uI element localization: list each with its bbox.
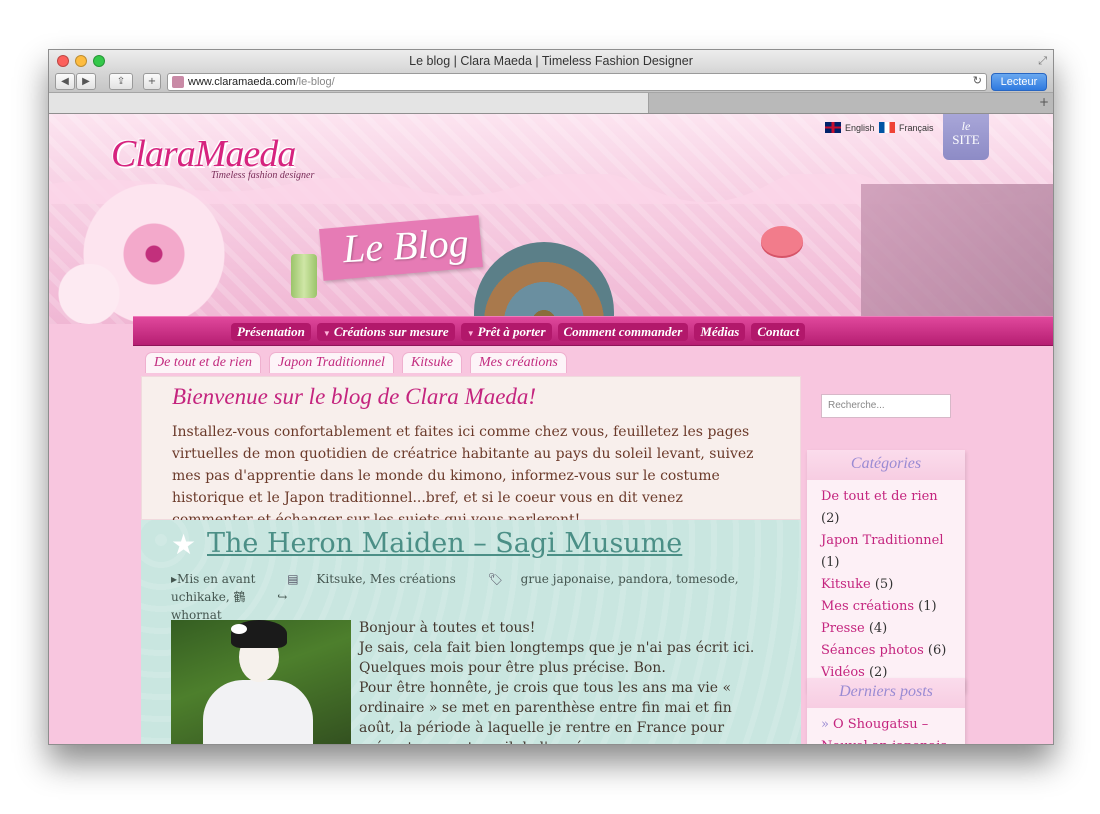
url-path: /le-blog/ (295, 76, 335, 88)
welcome-box: Bienvenue sur le blog de Clara Maeda! In… (141, 376, 801, 528)
nav-pret-a-porter[interactable]: ▼ Prêt à porter (460, 323, 552, 341)
reader-button[interactable]: Lecteur (991, 73, 1047, 91)
nav-comment-commander[interactable]: Comment commander (557, 323, 689, 341)
featured-post: ★ The Heron Maiden – Sagi Musume ▸Mis en… (141, 520, 801, 744)
title-bar: Le blog | Clara Maeda | Timeless Fashion… (49, 50, 1053, 72)
main-navigation: Présentation ▼ Créations sur mesure ▼ Prêt… (133, 316, 1053, 346)
tab-bar: + (49, 93, 1053, 114)
address-bar[interactable]: www.claramaeda.com/le-blog/ ↻ (167, 73, 987, 91)
tab-de-tout-et-de-rien[interactable]: De tout et de rien (145, 352, 261, 373)
share-arrow-icon[interactable]: ↪ (277, 590, 287, 604)
france-flag-icon (879, 122, 895, 133)
favicon-icon (172, 76, 184, 88)
nav-presentation[interactable]: Présentation (231, 323, 311, 341)
web-page: ClaraMaeda Timeless fashion designer Eng… (49, 114, 1053, 744)
post-title-link[interactable]: The Heron Maiden – Sagi Musume (207, 528, 682, 559)
nav-medias[interactable]: Médias (694, 323, 746, 341)
url-host: www.claramaeda.com (188, 76, 296, 88)
recent-posts-widget: Derniers posts »O Shougatsu – Nouvel an … (807, 678, 965, 744)
browser-toolbar: ◀ ▶ ⇪ + www.claramaeda.com/le-blog/ ↻ Le… (49, 72, 1053, 93)
browser-window: Le blog | Clara Maeda | Timeless Fashion… (48, 49, 1054, 745)
category-link[interactable]: Japon Traditionnel (1) (821, 530, 951, 574)
le-site-badge[interactable]: le SITE (943, 114, 989, 160)
categories-widget: Catégories De tout et de rien (2) Japon … (807, 450, 965, 692)
recent-posts-title: Derniers posts (807, 678, 965, 708)
fullscreen-icon[interactable]: ⤢ (1038, 54, 1047, 68)
add-tab-icon[interactable]: + (1039, 95, 1049, 109)
category-link[interactable]: Mes créations (1) (821, 596, 951, 618)
category-link[interactable]: De tout et de rien (2) (821, 486, 951, 530)
welcome-title: Bienvenue sur le blog de Clara Maeda! (172, 384, 537, 409)
vintage-photo-image (861, 184, 1053, 324)
thread-spool-image (291, 254, 317, 298)
new-tab-button[interactable]: + (143, 73, 161, 90)
post-categories[interactable]: ▤ Kitsuke, Mes créations (287, 572, 470, 586)
welcome-text: Installez-vous confortablement et faites… (172, 424, 754, 528)
tab-mes-creations[interactable]: Mes créations (469, 352, 567, 373)
active-tab[interactable] (49, 93, 649, 113)
uk-flag-icon (825, 122, 841, 133)
reload-icon[interactable]: ↻ (973, 74, 982, 87)
tab-japon-traditionnel[interactable]: Japon Traditionnel (268, 352, 394, 373)
nav-contact[interactable]: Contact (751, 323, 806, 341)
macaron-image (761, 226, 803, 256)
tag-icon: 🏷 (487, 572, 507, 586)
recent-post-link[interactable]: »O Shougatsu – Nouvel an japonais 2 (821, 714, 951, 744)
post-meta: ▸Mis en avant ▤ Kitsuke, Mes créations 🏷… (171, 570, 771, 624)
lang-french-link[interactable]: Français (879, 122, 934, 133)
categories-list: De tout et de rien (2) Japon Traditionne… (807, 480, 965, 692)
post-excerpt: Bonjour à toutes et tous! Je sais, cela … (359, 620, 755, 744)
tab-kitsuke[interactable]: Kitsuke (401, 352, 462, 373)
window-title: Le blog | Clara Maeda | Timeless Fashion… (409, 54, 693, 68)
categories-title: Catégories (807, 450, 965, 480)
site-header: ClaraMaeda Timeless fashion designer Eng… (49, 114, 1053, 324)
featured-label: ▸Mis en avant (171, 572, 256, 586)
back-button[interactable]: ◀ (55, 73, 75, 90)
category-link[interactable]: Séances photos (6) (821, 640, 951, 662)
category-link[interactable]: Presse (4) (821, 618, 951, 640)
blog-banner-title: Le Blog (341, 219, 470, 272)
dropdown-arrow-icon: ▼ (466, 329, 475, 338)
share-button[interactable]: ⇪ (109, 73, 133, 90)
nav-creations-sur-mesure[interactable]: ▼ Créations sur mesure (316, 323, 455, 341)
folder-icon: ▤ (287, 572, 303, 586)
post-thumbnail-image[interactable] (171, 620, 351, 744)
lang-english-link[interactable]: English (825, 122, 875, 133)
forward-button[interactable]: ▶ (76, 73, 96, 90)
chevron-right-icon: » (821, 717, 829, 732)
search-input[interactable]: Recherche... (821, 394, 951, 418)
dropdown-arrow-icon: ▼ (322, 329, 331, 338)
category-tabs: De tout et de rien Japon Traditionnel Ki… (145, 352, 567, 373)
featured-star-icon: ★ (171, 528, 197, 561)
site-tagline: Timeless fashion designer (211, 170, 315, 181)
recent-posts-list: »O Shougatsu – Nouvel an japonais 2 (807, 708, 965, 744)
category-link[interactable]: Kitsuke (5) (821, 574, 951, 596)
